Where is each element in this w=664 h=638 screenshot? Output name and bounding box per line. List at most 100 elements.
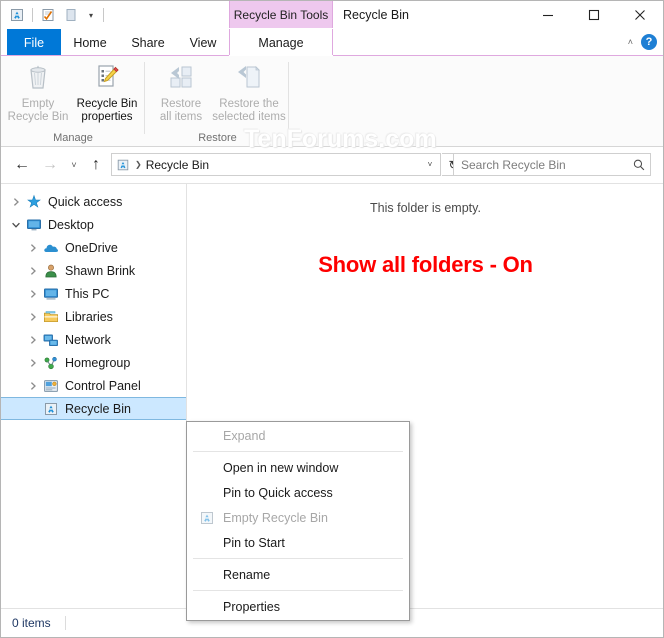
properties-icon — [90, 60, 124, 94]
ribbon-button-label-line2: selected items — [212, 111, 286, 123]
tree-item-shawn-brink[interactable]: Shawn Brink — [1, 259, 186, 282]
ribbon-tab-strip: File Home Share View Manage — [1, 29, 663, 56]
homegroup-icon — [41, 355, 61, 371]
tree-item-quick-access[interactable]: Quick access — [1, 190, 186, 213]
tab-home[interactable]: Home — [61, 29, 119, 56]
tab-file[interactable]: File — [7, 29, 61, 56]
tree-item-label: Shawn Brink — [65, 263, 136, 278]
menu-item-label: Expand — [223, 428, 266, 443]
menu-item-pin-to-quick-access[interactable]: Pin to Quick access — [187, 480, 409, 505]
menu-item-open-in-new-window[interactable]: Open in new window — [187, 455, 409, 480]
address-bar[interactable]: ❯ Recycle Bin ˅ — [111, 153, 441, 176]
breadcrumb[interactable]: Recycle Bin — [146, 158, 420, 172]
menu-separator — [193, 558, 403, 559]
tree-item-desktop[interactable]: Desktop — [1, 213, 186, 236]
status-item-count: 0 items — [12, 616, 51, 630]
up-button[interactable]: ↑ — [85, 154, 107, 176]
user-icon — [41, 263, 61, 279]
collapse-ribbon-icon[interactable]: ˄ — [628, 37, 633, 47]
tree-item-recycle-bin[interactable]: Recycle Bin — [1, 397, 186, 420]
chevron-right-icon[interactable] — [24, 243, 41, 253]
ribbon-group-label-restore: Restore — [198, 132, 237, 144]
tab-share[interactable]: Share — [119, 29, 177, 56]
menu-item-rename[interactable]: Rename — [187, 562, 409, 587]
ribbon-button-label-line1: Recycle Bin — [76, 98, 138, 110]
restore-all-icon — [164, 60, 198, 94]
chevron-right-icon[interactable] — [7, 197, 24, 207]
properties-icon[interactable] — [38, 5, 58, 25]
toolbar-separator-2 — [103, 8, 104, 22]
tree-item-label: Recycle Bin — [65, 401, 131, 416]
tree-item-label: This PC — [65, 286, 110, 301]
chevron-right-icon[interactable] — [24, 266, 41, 276]
ribbon-group-divider-2 — [288, 62, 289, 134]
ribbon-group-label-manage: Manage — [53, 132, 93, 144]
tree-item-label: Libraries — [65, 309, 113, 324]
back-button[interactable]: ← — [11, 154, 33, 176]
restore-all-items-button[interactable]: Restore all items — [150, 60, 212, 124]
tree-item-network[interactable]: Network — [1, 328, 186, 351]
menu-item-empty-recycle-bin: Empty Recycle Bin — [187, 505, 409, 530]
file-explorer-window: ▾ Recycle Bin Tools Recycle Bin File Hom… — [0, 0, 664, 638]
minimize-button[interactable] — [525, 1, 571, 29]
tab-manage[interactable]: Manage — [229, 29, 333, 56]
ribbon-button-label-line1: Restore the — [219, 98, 279, 110]
restore-selected-icon — [232, 60, 266, 94]
recycle-bin-icon — [21, 60, 55, 94]
navigation-bar: ← → ˅ ↑ ❯ Recycle Bin ˅ ↻ Search Recycle… — [1, 148, 663, 183]
tab-view[interactable]: View — [177, 29, 229, 56]
menu-item-pin-to-start[interactable]: Pin to Start — [187, 530, 409, 555]
menu-item-label: Properties — [223, 599, 280, 614]
recycle-bin-icon — [193, 510, 221, 526]
recycle-bin-properties-button[interactable]: Recycle Bin properties — [73, 60, 141, 124]
chevron-right-icon[interactable] — [24, 358, 41, 368]
contextual-tab-title: Recycle Bin Tools — [229, 1, 333, 28]
address-dropdown-icon[interactable]: ˅ — [420, 160, 440, 169]
empty-recycle-bin-button[interactable]: Empty Recycle Bin — [5, 60, 71, 124]
control-panel-icon — [41, 378, 61, 394]
customize-quick-access-toolbar-caret[interactable]: ▾ — [84, 5, 98, 25]
breadcrumb-chevron-icon[interactable]: ❯ — [134, 160, 146, 169]
chevron-right-icon[interactable] — [24, 335, 41, 345]
chevron-right-icon[interactable] — [24, 312, 41, 322]
search-box[interactable]: Search Recycle Bin — [453, 153, 651, 176]
tree-item-control-panel[interactable]: Control Panel — [1, 374, 186, 397]
status-divider — [64, 616, 66, 630]
recycle-bin-icon — [41, 401, 61, 417]
menu-item-label: Pin to Quick access — [223, 485, 333, 500]
context-menu[interactable]: Expand Open in new window Pin to Quick acc… — [186, 421, 410, 621]
chevron-right-icon[interactable] — [24, 289, 41, 299]
search-icon[interactable] — [628, 158, 650, 172]
restore-selected-items-button[interactable]: Restore the selected items — [210, 60, 288, 124]
chevron-down-icon[interactable] — [7, 220, 24, 230]
toolbar-separator — [32, 8, 33, 22]
tree-item-label: Quick access — [48, 194, 123, 209]
menu-item-label: Rename — [223, 567, 271, 582]
recent-locations-button[interactable]: ˅ — [63, 154, 85, 176]
annotation-text: Show all folders - On — [318, 252, 533, 277]
help-icon[interactable]: ? — [641, 34, 657, 50]
new-folder-icon[interactable] — [61, 5, 81, 25]
maximize-button[interactable] — [571, 1, 617, 29]
recycle-bin-icon[interactable] — [7, 5, 27, 25]
tree-item-libraries[interactable]: Libraries — [1, 305, 186, 328]
libraries-icon — [41, 309, 61, 325]
tree-item-label: Control Panel — [65, 378, 141, 393]
search-input[interactable]: Search Recycle Bin — [454, 158, 628, 172]
ribbon-button-label-line2: Recycle Bin — [7, 111, 69, 123]
forward-button[interactable]: → — [39, 154, 61, 176]
ribbon-group-restore: Restore all items Restore the selected i… — [146, 56, 289, 146]
tree-item-homegroup[interactable]: Homegroup — [1, 351, 186, 374]
menu-item-properties[interactable]: Properties — [187, 594, 409, 619]
tree-item-onedrive[interactable]: OneDrive — [1, 236, 186, 259]
close-button[interactable] — [617, 1, 663, 29]
ribbon: Empty Recycle Bin Recycle Bin properties… — [1, 56, 663, 147]
window-title: Recycle Bin — [343, 7, 409, 22]
ribbon-button-label-line1: Restore — [160, 98, 202, 110]
quick-access-toolbar: ▾ — [7, 4, 106, 26]
chevron-right-icon[interactable] — [24, 381, 41, 391]
window-controls — [525, 1, 663, 29]
desktop-icon — [24, 217, 44, 233]
tree-item-this-pc[interactable]: This PC — [1, 282, 186, 305]
this-pc-icon — [41, 286, 61, 302]
